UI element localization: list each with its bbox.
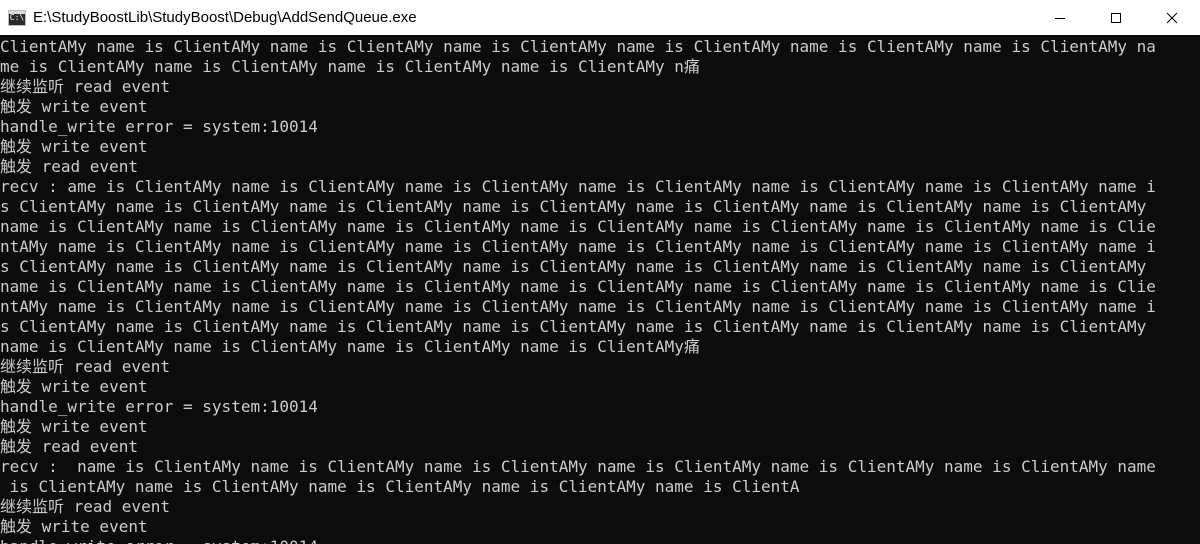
- console-line: 触发 write event: [0, 517, 148, 536]
- console-line: name is ClientAMy name is ClientAMy name…: [0, 277, 1156, 296]
- console-line: 继续监听 read event: [0, 497, 170, 516]
- console-output[interactable]: ClientAMy name is ClientAMy name is Clie…: [0, 35, 1200, 544]
- close-button[interactable]: [1144, 0, 1200, 35]
- console-line: name is ClientAMy name is ClientAMy name…: [0, 337, 700, 356]
- maximize-button[interactable]: [1088, 0, 1144, 35]
- console-line: 继续监听 read event: [0, 77, 170, 96]
- console-line: is ClientAMy name is ClientAMy name is C…: [0, 477, 800, 496]
- minimize-button[interactable]: [1032, 0, 1088, 35]
- console-line: 触发 write event: [0, 137, 148, 156]
- console-line: me is ClientAMy name is ClientAMy name i…: [0, 57, 700, 76]
- close-icon: [1166, 12, 1178, 23]
- window-controls: [1032, 0, 1200, 35]
- console-line: handle_write error = system:10014: [0, 117, 318, 136]
- console-line: s ClientAMy name is ClientAMy name is Cl…: [0, 317, 1147, 336]
- console-app-icon: C:\: [8, 9, 26, 26]
- console-line: recv : name is ClientAMy name is ClientA…: [0, 457, 1156, 476]
- maximize-icon: [1111, 12, 1121, 23]
- minimize-icon: [1055, 17, 1065, 19]
- title-bar[interactable]: C:\ E:\StudyBoostLib\StudyBoost\Debug\Ad…: [0, 0, 1200, 35]
- console-window: C:\ E:\StudyBoostLib\StudyBoost\Debug\Ad…: [0, 0, 1200, 544]
- window-title: E:\StudyBoostLib\StudyBoost\Debug\AddSen…: [33, 9, 417, 26]
- console-line: name is ClientAMy name is ClientAMy name…: [0, 217, 1156, 236]
- console-line: 触发 write event: [0, 377, 148, 396]
- icon-label: C:\: [9, 12, 25, 22]
- console-line: 触发 read event: [0, 437, 138, 456]
- console-line: 继续监听 read event: [0, 357, 170, 376]
- console-line: ntAMy name is ClientAMy name is ClientAM…: [0, 237, 1156, 256]
- console-lines: ClientAMy name is ClientAMy name is Clie…: [0, 35, 1200, 544]
- console-line: 触发 write event: [0, 97, 148, 116]
- icon-stripe: [9, 10, 25, 14]
- console-line: handle_write error = system:10014: [0, 397, 318, 416]
- console-line: ClientAMy name is ClientAMy name is Clie…: [0, 37, 1156, 56]
- console-line: ntAMy name is ClientAMy name is ClientAM…: [0, 297, 1156, 316]
- console-line: s ClientAMy name is ClientAMy name is Cl…: [0, 257, 1147, 276]
- console-line: 触发 write event: [0, 417, 148, 436]
- console-line: handle_write error = system:10014: [0, 537, 1200, 544]
- console-line: recv : ame is ClientAMy name is ClientAM…: [0, 177, 1156, 196]
- console-line: s ClientAMy name is ClientAMy name is Cl…: [0, 197, 1147, 216]
- console-line: 触发 read event: [0, 157, 138, 176]
